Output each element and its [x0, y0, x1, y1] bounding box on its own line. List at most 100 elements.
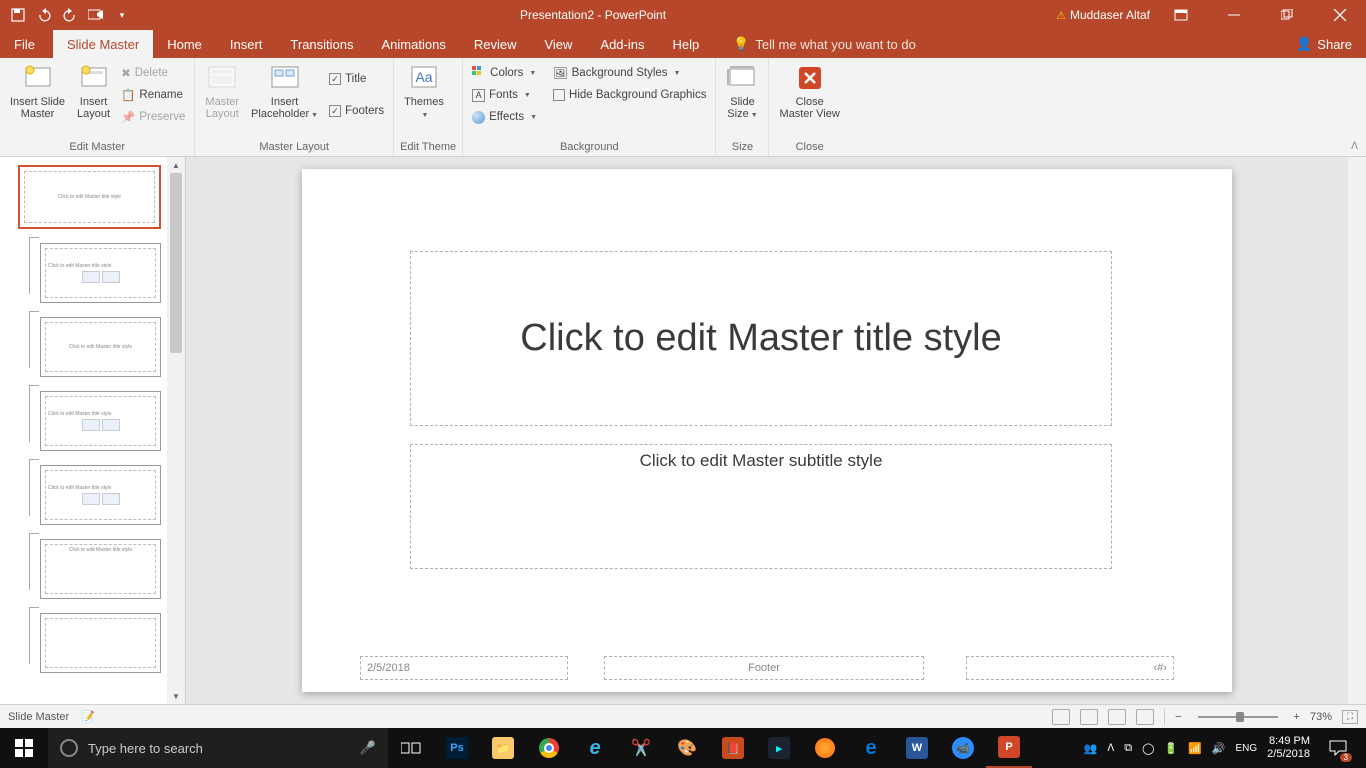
taskbar-app-file-explorer[interactable]: 📁	[480, 728, 526, 768]
taskbar-app-chrome[interactable]	[526, 728, 572, 768]
zoom-handle[interactable]	[1236, 712, 1244, 722]
zoom-out-button[interactable]: −	[1175, 711, 1181, 723]
effects-button[interactable]: Effects▼	[469, 106, 540, 128]
undo-icon[interactable]	[36, 7, 52, 23]
hide-bg-graphics-checkbox[interactable]: Hide Background Graphics	[550, 84, 709, 106]
footers-checkbox[interactable]: ✓Footers	[326, 100, 387, 122]
tab-file[interactable]: File	[0, 30, 49, 58]
taskbar-app-firefox[interactable]	[802, 728, 848, 768]
subtitle-placeholder[interactable]: Click to edit Master subtitle style	[410, 444, 1112, 569]
tab-slide-master[interactable]: Slide Master	[53, 30, 153, 58]
start-button[interactable]	[0, 728, 48, 768]
start-from-beginning-icon[interactable]	[88, 7, 104, 23]
task-view-button[interactable]	[388, 728, 434, 768]
background-styles-button[interactable]: 🖼Background Styles▼	[550, 62, 709, 84]
tray-expand-icon[interactable]: ᐱ	[1107, 743, 1114, 754]
taskbar-app-dictionary[interactable]: 📕	[710, 728, 756, 768]
scroll-up-icon[interactable]: ▲	[167, 157, 185, 173]
layout-thumbnail[interactable]: Click to edit Master title style	[40, 465, 161, 525]
maximize-button[interactable]	[1264, 0, 1309, 30]
tray-language-icon[interactable]: ENG	[1236, 743, 1258, 754]
slide-editor[interactable]: Click to edit Master title style Click t…	[186, 157, 1348, 704]
slideshow-button[interactable]	[1136, 709, 1154, 725]
title-placeholder[interactable]: Click to edit Master title style	[410, 251, 1112, 426]
footer-placeholder[interactable]: Footer	[604, 656, 924, 680]
taskbar-app-ie[interactable]: e	[572, 728, 618, 768]
taskbar-app-powerpoint[interactable]: P	[986, 728, 1032, 768]
zoom-in-button[interactable]: +	[1294, 711, 1300, 723]
colors-button[interactable]: Colors▼	[469, 62, 540, 84]
tab-help[interactable]: Help	[658, 30, 713, 58]
tab-insert[interactable]: Insert	[216, 30, 277, 58]
zoom-level[interactable]: 73%	[1310, 711, 1332, 723]
ribbon-display-options-icon[interactable]	[1158, 0, 1203, 30]
layout-thumbnail[interactable]	[40, 613, 161, 673]
close-master-view-button[interactable]: Close Master View	[775, 60, 843, 122]
scroll-down-icon[interactable]: ▼	[167, 688, 185, 704]
taskbar-search[interactable]: Type here to search 🎤	[48, 728, 388, 768]
insert-layout-button[interactable]: Insert Layout	[73, 60, 114, 122]
action-center-button[interactable]: 3	[1320, 728, 1356, 768]
background-styles-label: Background Styles	[572, 67, 668, 79]
tab-transitions[interactable]: Transitions	[276, 30, 367, 58]
fonts-button[interactable]: AFonts▼	[469, 84, 540, 106]
taskbar-app-paint[interactable]: 🎨	[664, 728, 710, 768]
layout-thumbnail[interactable]: Click to edit Master title style	[40, 391, 161, 451]
tray-battery-icon[interactable]: 🔋	[1164, 742, 1178, 755]
account-warning[interactable]: ⚠Muddaser Altaf	[1056, 8, 1150, 22]
slide-canvas[interactable]: Click to edit Master title style Click t…	[302, 169, 1232, 692]
tab-addins[interactable]: Add-ins	[586, 30, 658, 58]
themes-button[interactable]: Aa Themes▼	[400, 60, 448, 122]
notes-icon[interactable]: 📝	[81, 710, 95, 723]
tray-people-icon[interactable]: 👥	[1084, 742, 1098, 755]
layout-thumbnail[interactable]: Click to edit Master title style	[40, 539, 161, 599]
tell-me-search[interactable]: 💡 Tell me what you want to do	[713, 30, 916, 58]
taskbar-app-edge[interactable]: e	[848, 728, 894, 768]
thumbnail-list[interactable]: Click to edit Master title style Click t…	[0, 157, 167, 704]
date-placeholder[interactable]: 2/5/2018	[360, 656, 568, 680]
background-styles-icon: 🖼	[553, 66, 568, 80]
taskbar-app-photoshop[interactable]: Ps	[434, 728, 480, 768]
tray-dropbox-icon[interactable]: ⧉	[1124, 742, 1132, 755]
qat-customize-icon[interactable]: ▾	[114, 7, 130, 23]
thumb-preview: Click to edit Master title style	[45, 396, 156, 446]
tray-volume-icon[interactable]: 🔊	[1212, 742, 1226, 755]
layout-thumbnail[interactable]: Click to edit Master title style	[40, 317, 161, 377]
tray-location-icon[interactable]: ◯	[1142, 742, 1154, 755]
tab-view[interactable]: View	[530, 30, 586, 58]
zoom-slider[interactable]	[1198, 716, 1278, 718]
scroll-track[interactable]	[167, 173, 185, 688]
minimize-button[interactable]	[1211, 0, 1256, 30]
reading-view-button[interactable]	[1108, 709, 1126, 725]
insert-slide-master-button[interactable]: Insert Slide Master	[6, 60, 69, 122]
layout-thumbnail[interactable]: Click to edit Master title style	[40, 243, 161, 303]
taskbar-app-zoom[interactable]: 📹	[940, 728, 986, 768]
taskbar-app-word[interactable]: W	[894, 728, 940, 768]
tray-wifi-icon[interactable]: 📶	[1188, 742, 1202, 755]
tray-clock[interactable]: 8:49 PM 2/5/2018	[1267, 735, 1310, 761]
tab-home[interactable]: Home	[153, 30, 216, 58]
microphone-icon[interactable]: 🎤	[348, 740, 388, 756]
taskbar-app-filmora[interactable]: ▸	[756, 728, 802, 768]
title-checkbox[interactable]: ✓Title	[326, 68, 387, 90]
tab-review[interactable]: Review	[460, 30, 531, 58]
editor-scrollbar[interactable]	[1348, 157, 1366, 704]
slide-number-placeholder[interactable]: ‹#›	[966, 656, 1174, 680]
close-button[interactable]	[1317, 0, 1362, 30]
insert-placeholder-button[interactable]: Insert Placeholder▼	[247, 60, 322, 122]
slide-sorter-button[interactable]	[1080, 709, 1098, 725]
slide-size-button[interactable]: Slide Size▼	[722, 60, 762, 122]
svg-text:Aa: Aa	[415, 69, 432, 85]
rename-button[interactable]: 📋Rename	[118, 84, 188, 106]
tab-animations[interactable]: Animations	[368, 30, 460, 58]
slide-master-thumbnail[interactable]: Click to edit Master title style	[18, 165, 161, 229]
fit-to-window-button[interactable]: ⛶	[1342, 710, 1358, 724]
scroll-thumb[interactable]	[170, 173, 182, 353]
redo-icon[interactable]	[62, 7, 78, 23]
collapse-ribbon-icon[interactable]: ᐱ	[1343, 137, 1366, 156]
save-icon[interactable]	[10, 7, 26, 23]
taskbar-app-snip[interactable]: ✂️	[618, 728, 664, 768]
normal-view-button[interactable]	[1052, 709, 1070, 725]
thumbnail-scrollbar[interactable]: ▲ ▼	[167, 157, 185, 704]
share-button[interactable]: 👤 Share	[1282, 30, 1366, 58]
